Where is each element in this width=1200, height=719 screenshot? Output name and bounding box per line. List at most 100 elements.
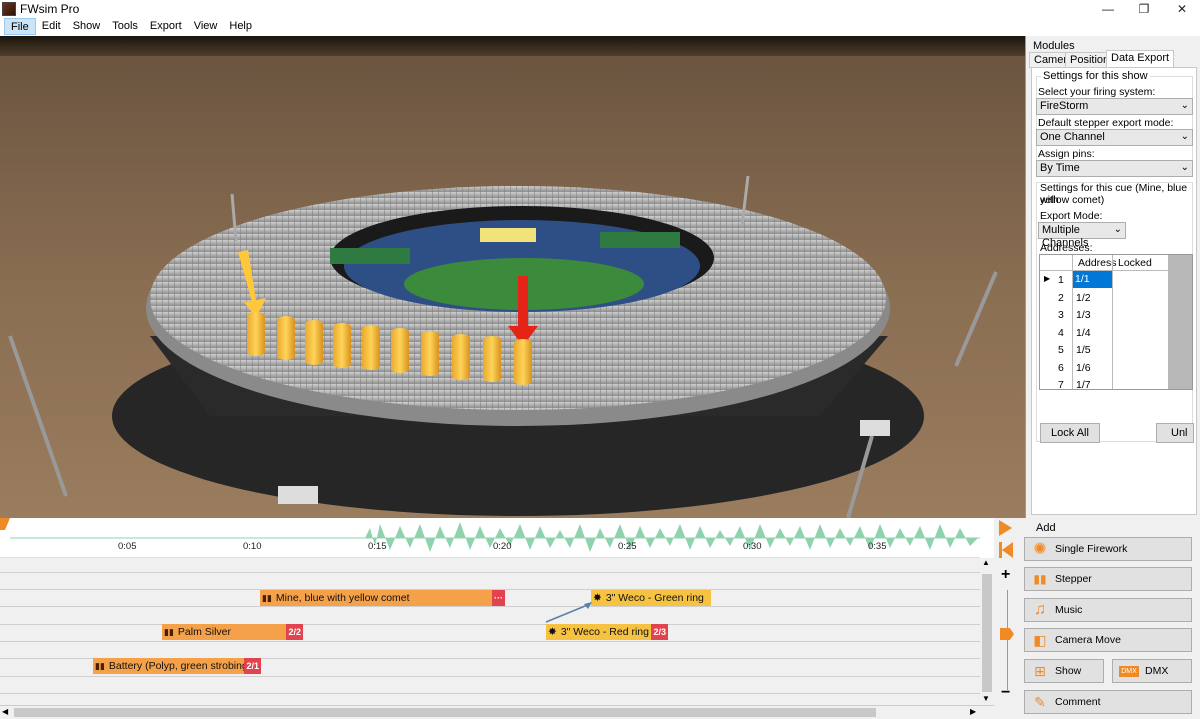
- row-number: 4: [1058, 327, 1064, 339]
- title-bar: FWsim Pro — ❐ ✕: [0, 0, 1200, 18]
- stepper-icon: ▮▮: [164, 626, 174, 637]
- grid-header: Address Locked: [1040, 255, 1170, 271]
- column-locked: Locked: [1118, 257, 1152, 269]
- table-row[interactable]: 5 1/5: [1040, 341, 1170, 359]
- data-export-tab-body: Settings for this show Select your firin…: [1031, 67, 1197, 515]
- tick-label: 0:25: [618, 541, 637, 552]
- menu-show[interactable]: Show: [67, 18, 107, 35]
- zoom-in-button[interactable]: +: [1001, 566, 1010, 584]
- table-row[interactable]: 6 1/6: [1040, 359, 1170, 377]
- add-single-firework-button[interactable]: ✺ Single Firework: [1024, 537, 1192, 561]
- scroll-right-icon[interactable]: ▶: [970, 707, 976, 716]
- address-cell[interactable]: 1/7: [1076, 379, 1091, 389]
- add-panel: Add ✺ Single Firework ▮▮ Stepper ♫ Music…: [1022, 518, 1200, 719]
- tab-data-export[interactable]: Data Export: [1106, 50, 1175, 68]
- cue-block[interactable]: ▮▮ Mine, blue with yellow comet ···: [260, 590, 505, 606]
- menu-file[interactable]: File: [4, 18, 36, 35]
- table-row[interactable]: ▶ 1 1/1: [1040, 271, 1170, 289]
- cue-label: Palm Silver: [177, 626, 232, 638]
- button-label: Camera Move: [1055, 634, 1121, 646]
- table-row[interactable]: 3 1/3: [1040, 306, 1170, 324]
- firing-system-value: FireStorm: [1040, 100, 1089, 112]
- menu-bar: File Edit Show Tools Export View Help: [0, 18, 1200, 36]
- stepper-mode-label: Default stepper export mode:: [1038, 117, 1174, 129]
- firework-tube[interactable]: [277, 316, 295, 360]
- add-stepper-button[interactable]: ▮▮ Stepper: [1024, 567, 1192, 591]
- firing-system-select[interactable]: FireStorm ⌄: [1036, 98, 1193, 115]
- cue-badge: 2/1: [244, 658, 261, 674]
- row-number: 6: [1058, 362, 1064, 374]
- firework-tube[interactable]: [247, 312, 265, 356]
- scroll-left-icon[interactable]: ◀: [2, 707, 8, 716]
- address-cell[interactable]: 1/5: [1076, 344, 1091, 356]
- menu-help[interactable]: Help: [223, 18, 258, 35]
- firework-tube[interactable]: [421, 331, 439, 376]
- table-row[interactable]: 7 1/7: [1040, 376, 1170, 389]
- cue-block[interactable]: ▮▮ Palm Silver 2/2: [162, 624, 303, 640]
- row-number: 1: [1058, 274, 1064, 286]
- add-show-button[interactable]: ⊞ Show: [1024, 659, 1104, 683]
- cue-badge: 2/3: [651, 624, 668, 640]
- firework-tube[interactable]: [333, 323, 351, 368]
- menu-export[interactable]: Export: [144, 18, 188, 35]
- 3d-viewport[interactable]: [0, 36, 1026, 518]
- table-row[interactable]: 4 1/4: [1040, 324, 1170, 342]
- address-cell[interactable]: 1/3: [1076, 309, 1091, 321]
- add-dmx-button[interactable]: DMX DMX: [1112, 659, 1192, 683]
- address-cell[interactable]: 1/1: [1073, 271, 1112, 288]
- address-cell[interactable]: 1/2: [1076, 292, 1091, 304]
- audio-waveform[interactable]: 0:05 0:10 0:15 0:20 0:25 0:30 0:35: [0, 518, 980, 558]
- timeline-vertical-scrollbar[interactable]: ▲ ▼: [980, 558, 994, 708]
- add-show-icon: ⊞: [1034, 662, 1046, 679]
- rewind-icon[interactable]: [1002, 542, 1013, 558]
- menu-view[interactable]: View: [188, 18, 224, 35]
- maximize-button[interactable]: ❐: [1126, 0, 1162, 18]
- addresses-grid[interactable]: Address Locked ▶ 1 1/1 2 1/2 3 1/3 4 1/4…: [1039, 254, 1193, 390]
- show-settings-title: Settings for this show: [1041, 70, 1150, 82]
- lock-all-button[interactable]: Lock All: [1040, 423, 1100, 443]
- grid-scrollbar[interactable]: [1168, 255, 1192, 389]
- assign-pins-select[interactable]: By Time ⌄: [1036, 160, 1193, 177]
- firework-tube[interactable]: [483, 336, 501, 382]
- zoom-slider-track[interactable]: [1007, 590, 1008, 690]
- tick-label: 0:20: [493, 541, 512, 552]
- app-logo-icon: [2, 2, 16, 16]
- chevron-down-icon: ⌄: [1113, 224, 1122, 235]
- tick-label: 0:30: [743, 541, 762, 552]
- add-comment-button[interactable]: ✎ Comment: [1024, 690, 1192, 714]
- table-row[interactable]: 2 1/2: [1040, 289, 1170, 307]
- zoom-out-button[interactable]: −: [1001, 684, 1010, 702]
- modules-label: Modules: [1033, 40, 1075, 52]
- menu-edit[interactable]: Edit: [36, 18, 67, 35]
- scroll-down-icon[interactable]: ▼: [982, 694, 990, 703]
- cue-block[interactable]: ✸ 3" Weco - Green ring: [591, 590, 711, 606]
- chevron-down-icon: ⌄: [1180, 131, 1189, 142]
- addresses-label: Addresses:: [1040, 242, 1093, 254]
- add-music-button[interactable]: ♫ Music: [1024, 598, 1192, 622]
- timeline-horizontal-scrollbar[interactable]: ◀ ▶: [0, 705, 994, 719]
- stepper-mode-select[interactable]: One Channel ⌄: [1036, 129, 1193, 146]
- minimize-button[interactable]: —: [1090, 0, 1126, 18]
- export-mode-select[interactable]: Multiple Channels ⌄: [1038, 222, 1126, 249]
- scroll-thumb[interactable]: [982, 574, 992, 692]
- firework-tube[interactable]: [514, 339, 532, 385]
- firework-tube[interactable]: [391, 328, 409, 373]
- timeline[interactable]: 0:05 0:10 0:15 0:20 0:25 0:30 0:35 ▮▮ Mi…: [0, 518, 994, 719]
- firework-tube[interactable]: [362, 325, 380, 370]
- scroll-thumb[interactable]: [14, 708, 876, 717]
- tick-label: 0:35: [868, 541, 887, 552]
- unlock-all-button[interactable]: Unl: [1156, 423, 1194, 443]
- cue-tracks[interactable]: ▮▮ Mine, blue with yellow comet ··· ✸ 3"…: [0, 558, 980, 708]
- cue-label: Mine, blue with yellow comet: [275, 592, 410, 604]
- zoom-slider-thumb[interactable]: [1000, 628, 1014, 640]
- address-cell[interactable]: 1/6: [1076, 362, 1091, 374]
- add-camera-move-button[interactable]: ◧ Camera Move: [1024, 628, 1192, 652]
- scroll-up-icon[interactable]: ▲: [982, 558, 990, 567]
- menu-tools[interactable]: Tools: [106, 18, 144, 35]
- close-button[interactable]: ✕: [1164, 0, 1200, 18]
- cue-block[interactable]: ▮▮ Battery (Polyp, green strobing) 2/1: [93, 658, 261, 674]
- firework-tube[interactable]: [305, 320, 323, 365]
- play-icon[interactable]: [999, 520, 1012, 536]
- address-cell[interactable]: 1/4: [1076, 327, 1091, 339]
- firework-tube[interactable]: [452, 334, 470, 380]
